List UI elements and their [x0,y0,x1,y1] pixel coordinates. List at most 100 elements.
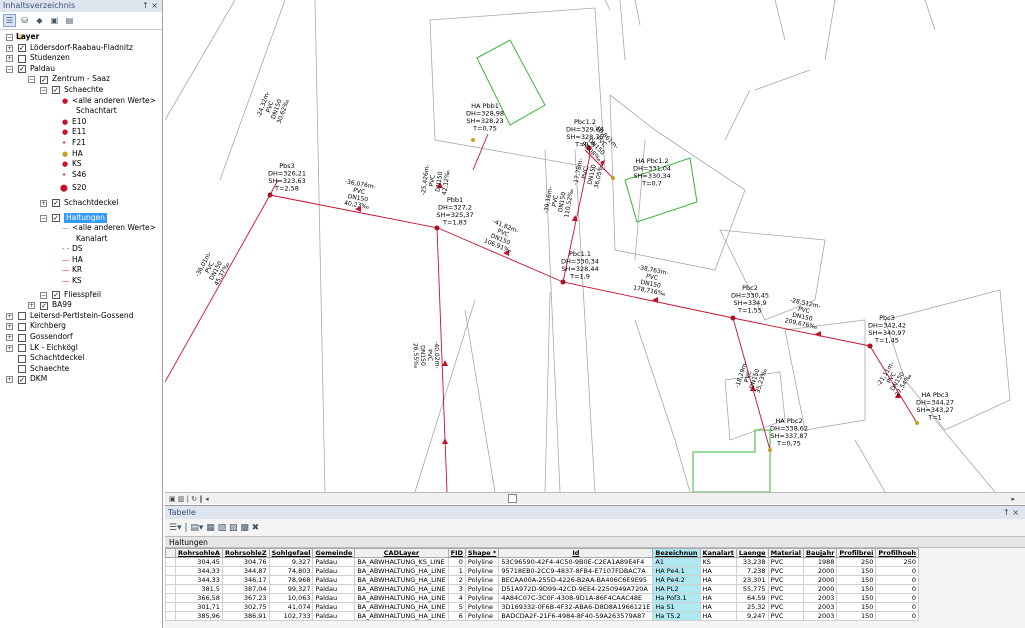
shaft-marker-ha-pbc3[interactable] [915,421,919,425]
table-cell[interactable]: 10,063 [268,593,314,603]
table-row[interactable]: 366,58 367,23 10,063 Paldau BA_ABWHALTUNG_HA… [165,593,920,603]
column-header[interactable]: Shape * [464,548,500,558]
row-selector[interactable] [165,566,176,576]
table-cell[interactable]: BA_ABWHALTUNG_HA_LINE [354,602,449,612]
column-header[interactable]: Profilbrei [836,548,877,558]
table-cell[interactable]: 2003 [802,611,838,621]
table-cell[interactable]: 366,58 [175,593,223,603]
table-cell[interactable]: 344,33 [175,575,223,585]
toc-item[interactable]: + ✓ BA99 [0,300,162,311]
layer-visibility-checkbox[interactable] [18,312,26,321]
table-cell[interactable]: Polyline [464,557,500,567]
table-cell[interactable]: Paldau [312,557,356,567]
table-cell[interactable]: 385,96 [175,611,223,621]
toc-item[interactable]: + LK - Eichkögl [0,343,162,354]
table-cell[interactable]: 250 [875,557,920,567]
list-by-drawing-order-icon[interactable]: ☰ [3,14,16,27]
table-cell[interactable]: 346,17 [221,575,270,585]
table-cell[interactable]: 78,968 [268,575,314,585]
collapse-icon[interactable]: − [40,214,47,222]
layer-visibility-checkbox[interactable]: ✓ [52,199,60,208]
table-row[interactable]: 301,71 302,75 41,074 Paldau BA_ABWHALTUNG_HA… [165,602,920,612]
column-header[interactable]: Profilhoeh [875,548,920,558]
table-cell[interactable]: Polyline [464,584,500,594]
table-cell[interactable]: 0 [875,575,920,585]
table-row[interactable]: 304,45 304,76 9,327 Paldau BA_ABWHALTUNG_KS_… [165,557,920,567]
table-cell[interactable]: BECAA00A-255D-4226-B2AA-BA406C6E9E95 [498,575,654,585]
table-cell[interactable]: Paldau [312,611,356,621]
table-cell[interactable]: Paldau [312,584,356,594]
table-cell[interactable]: 344,87 [221,566,270,576]
table-cell[interactable]: Polyline [464,575,500,585]
table-row[interactable]: 344,33 344,87 74,803 Paldau BA_ABWHALTUNG_HA… [165,566,920,576]
column-header[interactable]: Baujahr [802,548,838,558]
table-cell[interactable]: Polyline [464,566,500,576]
toc-item[interactable]: − ▤ Layer [0,32,162,43]
table-cell[interactable]: PVC [767,584,804,594]
shaft-marker-ha-pbc2[interactable] [768,448,772,452]
table-cell[interactable]: HA [699,584,737,594]
table-cell[interactable]: Polyline [464,602,500,612]
toc-item[interactable]: ● HA [0,149,162,160]
expand-icon[interactable]: + [6,376,13,384]
toc-item[interactable]: + Gossendorf [0,332,162,343]
table-cell[interactable]: D51A972D-9D99-42CD-9EE4-2250949A720A [498,584,654,594]
toc-item[interactable]: + Leitersd-Pertlstein-Gossend [0,311,162,322]
table-cell[interactable]: PVC [767,602,804,612]
table-cell[interactable]: 6 [447,611,466,621]
table-cell[interactable]: Polyline [464,593,500,603]
table-cell[interactable]: 0 [875,584,920,594]
toc-item[interactable]: ● E11 [0,127,162,138]
table-cell[interactable]: 9,327 [268,557,314,567]
table-cell[interactable]: 386,91 [221,611,270,621]
table-cell[interactable]: 301,71 [175,602,223,612]
list-by-source-icon[interactable]: ⛁ [18,14,31,27]
row-selector[interactable] [165,557,176,567]
table-cell[interactable]: 7,238 [735,566,769,576]
toc-item[interactable]: • F21 [0,138,162,149]
table-cell[interactable]: 0 [875,593,920,603]
table-cell[interactable]: KS [699,557,737,567]
toc-item[interactable]: Schachtdeckel [0,353,162,364]
toc-item[interactable]: − ✓ Paldau [0,64,162,75]
table-cell[interactable]: 387,04 [221,584,270,594]
column-header[interactable]: CADLayer [354,548,449,558]
table-cell[interactable]: 2003 [802,602,838,612]
table-cell[interactable]: HA [699,593,737,603]
table-cell[interactable]: 304,76 [221,557,270,567]
table-cell[interactable]: Paldau [312,566,356,576]
table-cell[interactable]: 381,5 [175,584,223,594]
layer-visibility-checkbox[interactable] [18,344,26,353]
table-cell[interactable]: HA [699,602,737,612]
table-cell[interactable]: 25,32 [735,602,769,612]
table-cell[interactable]: BADCDA2F-21F6-4984-8F40-59A263579A87 [498,611,654,621]
table-cell[interactable]: 95718EB0-2CC9-4837-8FB4-E7107FDBAC7A [498,566,654,576]
table-row[interactable]: 381,5 387,04 99,327 Paldau BA_ABWHALTUNG_HA_… [165,584,920,594]
scroll-right-arrow[interactable]: ▸ [1011,493,1015,505]
table-cell[interactable]: A1 [652,557,701,567]
toc-item[interactable]: ● E10 [0,117,162,128]
table-cell[interactable]: BA_ABWHALTUNG_HA_LINE [354,611,449,621]
table-cell[interactable]: 9,247 [735,611,769,621]
table-cell[interactable]: Paldau [312,575,356,585]
toc-item[interactable]: — <alle anderen Werte> [0,223,162,234]
table-cell[interactable]: 344,33 [175,566,223,576]
table-cell[interactable]: 0 [447,557,466,567]
table-cell[interactable]: 3D169332-0F6B-4F32-ABA6-D8D8A1966121E [498,602,654,612]
table-cell[interactable]: HA [699,575,737,585]
layer-visibility-checkbox[interactable]: ✓ [18,44,26,53]
table-cell[interactable]: 2000 [802,575,838,585]
layer-visibility-checkbox[interactable]: ✓ [40,75,48,84]
toc-item[interactable]: ⬤ S20 [0,183,162,194]
column-header[interactable]: Id [498,548,654,558]
table-cell[interactable]: 74,803 [268,566,314,576]
column-header[interactable]: Laenge [735,548,769,558]
toc-item[interactable]: — KS [0,276,162,287]
table-cell[interactable]: Ha T5.2 [652,611,701,621]
shaft-marker-pbc2[interactable] [730,315,736,321]
row-selector[interactable] [165,593,176,603]
toc-item[interactable]: − ✓ Zentrum - Saaz [0,74,162,85]
toc-options-icon[interactable]: ▤ [63,14,76,27]
table-cell[interactable]: 2003 [802,593,838,603]
table-cell[interactable]: 2000 [802,584,838,594]
